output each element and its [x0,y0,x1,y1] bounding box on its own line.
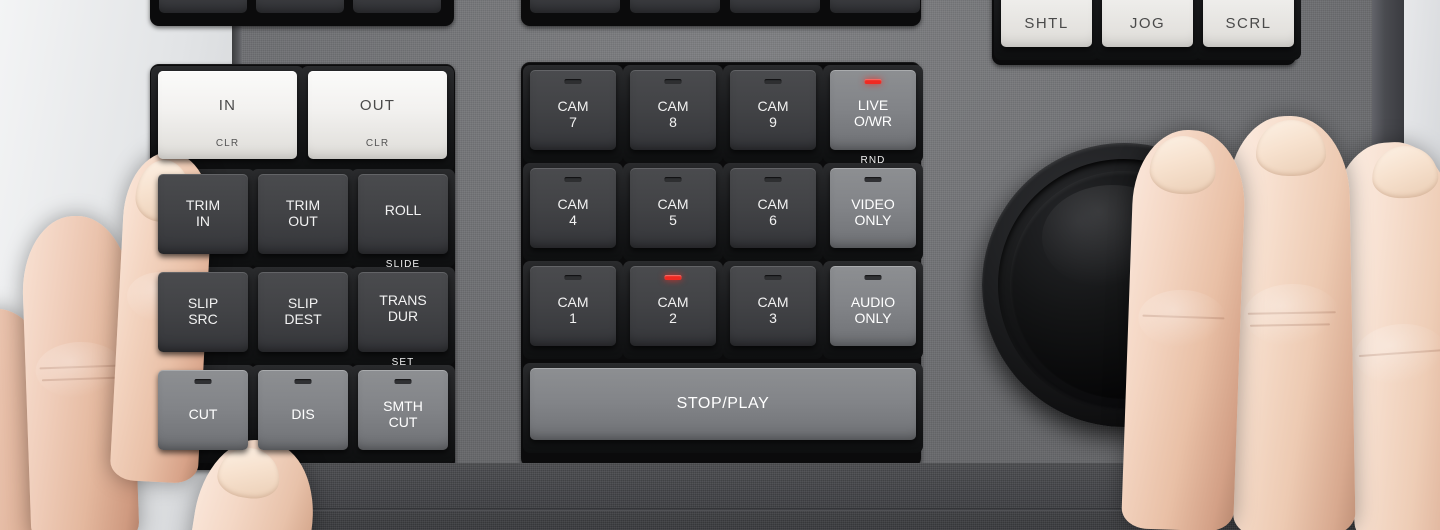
key-scrl[interactable]: SCRL [1196,0,1301,60]
key-label: CAM 8 [657,98,689,130]
key-slip-src[interactable]: SLIP SRC [151,267,255,365]
key-label: CAM 7 [557,98,589,130]
key-top-left-2[interactable] [256,0,344,13]
key-label: CAM 6 [757,196,789,228]
key-label: STOP/PLAY [676,395,770,413]
key-smth-cut[interactable]: SMTH CUT [351,365,455,463]
key-led-indicator [564,79,582,84]
key-jog[interactable]: JOG [1095,0,1200,60]
key-label: ROLL [384,202,422,219]
key-video-only[interactable]: VIDEO ONLY [823,163,923,261]
key-led-indicator [864,275,882,280]
key-label: VIDEO ONLY [851,196,895,228]
key-sublabel: CLR [215,137,240,149]
key-dis[interactable]: DIS [251,365,355,463]
key-label: MOVE [653,0,698,2]
key-label: CAM 4 [557,196,589,228]
key-label: TRIM OUT [285,197,321,229]
key-live-overwrite[interactable]: LIVE O/WR RND [823,65,923,166]
key-label: CAM 5 [657,196,689,228]
key-title[interactable]: TITLE [530,0,620,13]
key-cam-8[interactable]: CAM 8 [623,65,723,163]
key-label: CAM 2 [657,294,689,326]
key-cam-2[interactable]: CAM 2 [623,261,723,359]
center-keypad-top-bezel: TITLE MOVE [521,0,921,26]
key-shtl[interactable]: SHTL [994,0,1099,60]
key-led-indicator [764,275,782,280]
key-label: CAM 9 [757,98,789,130]
key-cam-1[interactable]: CAM 1 [523,261,623,359]
key-cam-9[interactable]: CAM 9 [723,65,823,163]
key-sublabel: SLIDE [385,258,421,270]
key-label: CAM 1 [557,294,589,326]
key-audio-only[interactable]: AUDIO ONLY [823,261,923,359]
key-move[interactable]: MOVE [630,0,720,13]
key-label: SCRL [1225,14,1272,32]
key-sublabel: RND [860,154,886,166]
key-label: TITLE [553,0,596,2]
key-top-left-3[interactable] [353,0,441,13]
key-label: SMTH CUT [383,398,423,430]
key-label: CUT [188,406,218,423]
key-sublabel: CLR [365,137,390,149]
key-label: TRIM IN [185,197,221,229]
key-led-indicator [664,177,682,182]
key-led-indicator [564,275,582,280]
key-top-center-4[interactable] [830,0,920,13]
key-cam-3[interactable]: CAM 3 [723,261,823,359]
key-roll[interactable]: ROLL SLIDE [351,169,455,270]
key-label: CAM 3 [757,294,789,326]
key-led-indicator [294,379,312,384]
key-label: LIVE O/WR [853,97,893,129]
key-sublabel: SET [391,356,415,368]
right-hand [1080,110,1440,530]
left-hand [0,140,325,530]
key-led-indicator [864,177,882,182]
key-stop-play[interactable]: STOP/PLAY [523,363,923,453]
key-label: SHTL [1024,14,1069,32]
key-led-indicator [564,177,582,182]
key-trim-in[interactable]: TRIM IN [151,169,255,267]
left-keypad-top-bezel: YPOS [150,0,454,26]
key-label: SLIP SRC [187,295,219,327]
transport-keypad-bezel: SHTL JOG SCRL [992,0,1301,65]
key-led-indicator [764,177,782,182]
key-menu[interactable] [730,0,820,13]
key-label: JOG [1129,14,1166,32]
key-cam-5[interactable]: CAM 5 [623,163,723,261]
key-label: DIS [291,406,315,423]
key-ypos[interactable]: YPOS [159,0,247,13]
key-trim-out[interactable]: TRIM OUT [251,169,355,267]
key-led-indicator [664,275,682,280]
key-cam-7[interactable]: CAM 7 [523,65,623,163]
key-trans-dur[interactable]: TRANS DUR SET [351,267,455,368]
key-label: OUT [359,96,396,114]
key-led-indicator [194,379,212,384]
key-label: YPOS [182,0,224,2]
key-label: TRANS DUR [379,292,427,324]
key-led-indicator [394,379,412,384]
device-photo: YPOS TITLE MOVE SHTL JOG SCRL [0,0,1440,530]
key-led-indicator [764,79,782,84]
right-hand-finger-middle [1226,114,1356,530]
key-in[interactable]: IN CLR [151,66,304,172]
key-cam-4[interactable]: CAM 4 [523,163,623,261]
key-slip-dest[interactable]: SLIP DEST [251,267,355,365]
key-out[interactable]: OUT CLR [301,66,454,172]
key-led-indicator [864,79,882,84]
key-label: SLIP DEST [284,295,322,327]
key-cut[interactable]: CUT [151,365,255,463]
key-label: AUDIO ONLY [850,294,896,326]
key-led-indicator [664,79,682,84]
key-label: IN [218,96,237,114]
key-cam-6[interactable]: CAM 6 [723,163,823,261]
center-keypad-bezel: CAM 7 CAM 8 CAM 9 LIVE O/WR RND CAM 4 CA… [521,62,923,467]
